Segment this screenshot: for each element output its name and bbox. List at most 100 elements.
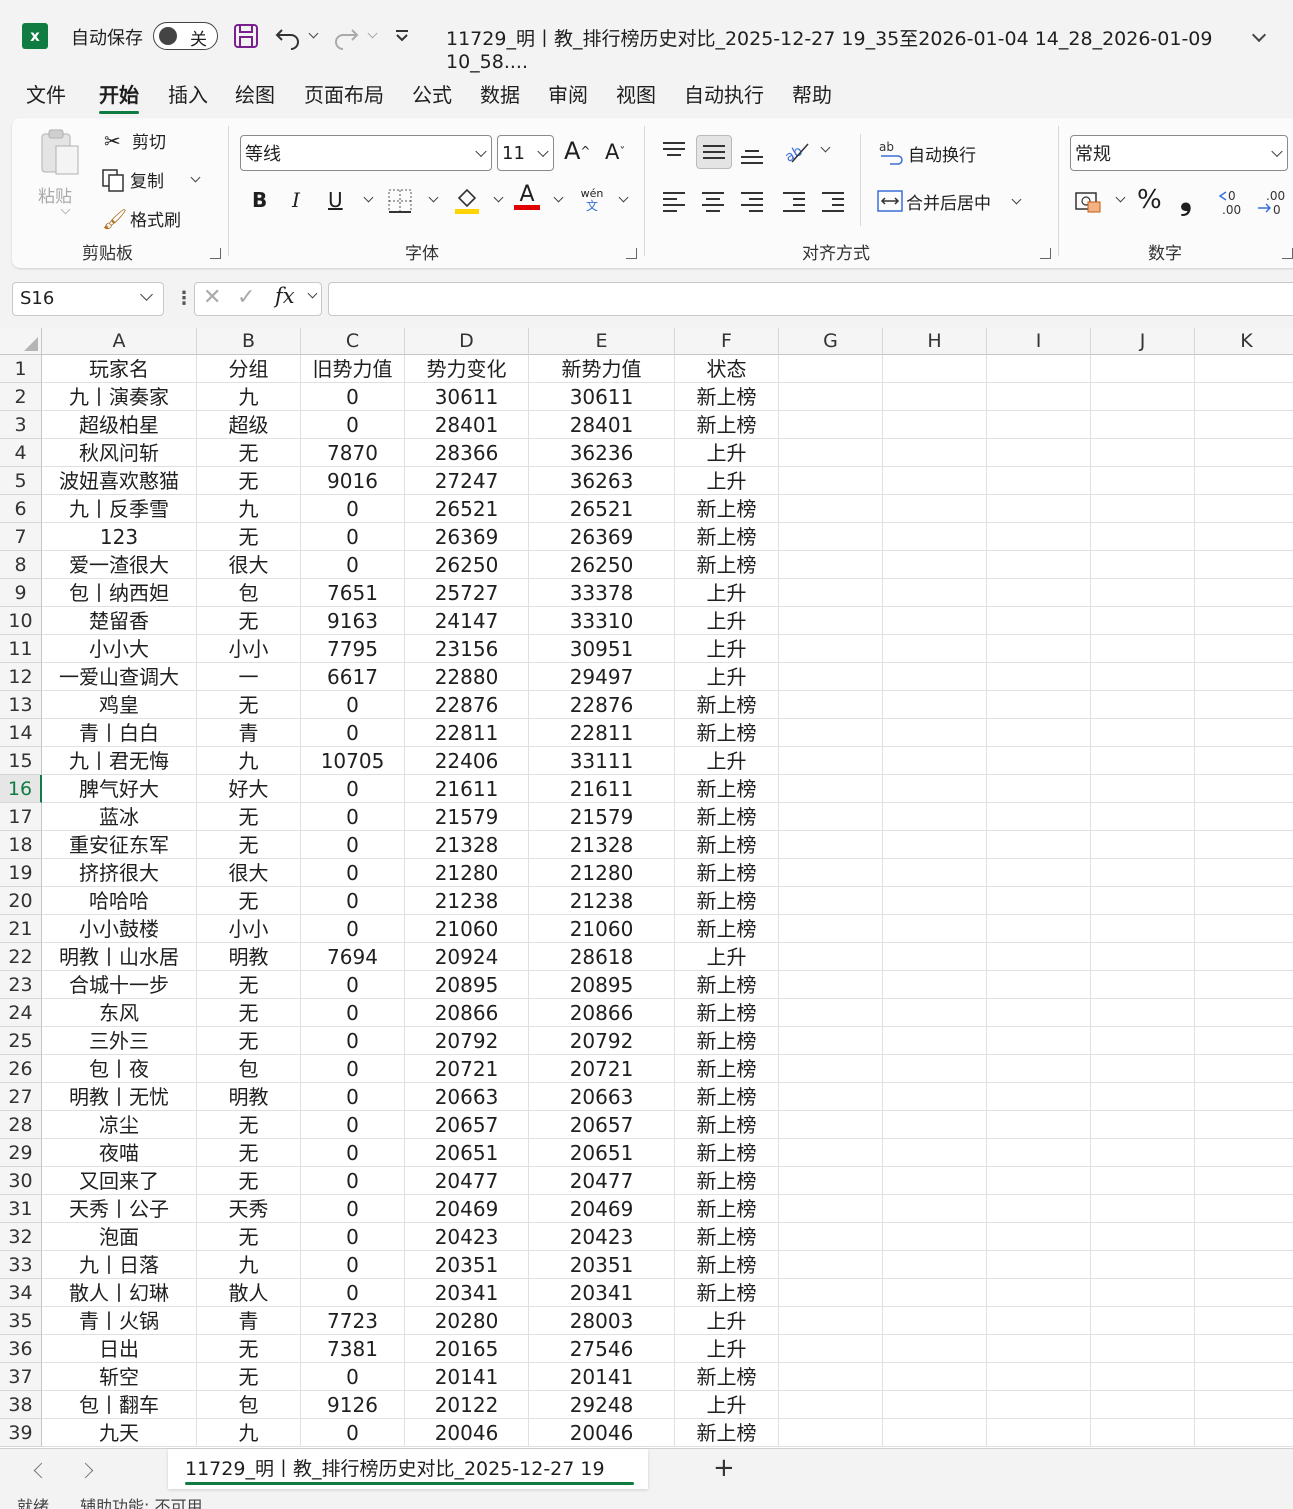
table-cell[interactable]: 九 xyxy=(197,747,301,775)
header-cell[interactable]: 分组 xyxy=(197,355,301,383)
table-cell[interactable]: 28618 xyxy=(529,943,675,971)
font-name-select[interactable]: 等线 xyxy=(240,135,492,171)
insert-function-button[interactable]: fx xyxy=(275,284,295,308)
table-cell[interactable]: 新上榜 xyxy=(675,1223,779,1251)
undo-dropdown-icon[interactable] xyxy=(308,28,319,39)
table-cell[interactable] xyxy=(1091,1111,1195,1139)
table-cell[interactable]: 30951 xyxy=(529,635,675,663)
table-cell[interactable]: 包 xyxy=(197,579,301,607)
table-cell[interactable]: 无 xyxy=(197,1335,301,1363)
table-cell[interactable] xyxy=(1195,1055,1293,1083)
table-cell[interactable] xyxy=(883,1307,987,1335)
row-header[interactable]: 9 xyxy=(0,579,42,607)
table-cell[interactable] xyxy=(1091,663,1195,691)
table-cell[interactable] xyxy=(987,775,1091,803)
table-cell[interactable]: 7381 xyxy=(301,1335,405,1363)
row-header[interactable]: 31 xyxy=(0,1195,42,1223)
orientation-dropdown-icon[interactable] xyxy=(820,142,831,153)
decrease-font-icon[interactable]: Aˇ xyxy=(605,140,625,164)
table-cell[interactable]: 21328 xyxy=(529,831,675,859)
table-cell[interactable] xyxy=(883,775,987,803)
table-cell[interactable]: 新上榜 xyxy=(675,1251,779,1279)
column-header-g[interactable]: G xyxy=(779,328,883,355)
row-header[interactable]: 39 xyxy=(0,1419,42,1447)
table-cell[interactable]: 很大 xyxy=(197,551,301,579)
table-cell[interactable] xyxy=(987,1139,1091,1167)
font-color-dropdown-icon[interactable] xyxy=(553,192,564,203)
table-cell[interactable]: 新上榜 xyxy=(675,1055,779,1083)
table-cell[interactable]: 九 xyxy=(197,1419,301,1447)
table-cell[interactable]: 22406 xyxy=(405,747,529,775)
table-cell[interactable] xyxy=(779,971,883,999)
table-cell[interactable] xyxy=(987,383,1091,411)
table-cell[interactable]: 无 xyxy=(197,1027,301,1055)
table-cell[interactable]: 新上榜 xyxy=(675,999,779,1027)
row-header[interactable]: 7 xyxy=(0,523,42,551)
table-cell[interactable]: 0 xyxy=(301,411,405,439)
table-cell[interactable] xyxy=(987,467,1091,495)
table-cell[interactable]: 新上榜 xyxy=(675,1111,779,1139)
table-cell[interactable]: 20046 xyxy=(529,1419,675,1447)
table-cell[interactable]: 上升 xyxy=(675,579,779,607)
table-cell[interactable] xyxy=(1195,719,1293,747)
decrease-indent-icon[interactable] xyxy=(783,188,805,216)
save-icon[interactable] xyxy=(233,23,259,49)
table-cell[interactable]: 无 xyxy=(197,1223,301,1251)
table-cell[interactable] xyxy=(1195,439,1293,467)
table-cell[interactable]: 20046 xyxy=(405,1419,529,1447)
table-cell[interactable] xyxy=(987,1419,1091,1447)
row-header[interactable]: 27 xyxy=(0,1083,42,1111)
copy-dropdown-icon[interactable] xyxy=(190,172,201,183)
table-cell[interactable]: 又回来了 xyxy=(42,1167,197,1195)
table-cell[interactable] xyxy=(987,831,1091,859)
table-cell[interactable]: 包 xyxy=(197,1391,301,1419)
table-cell[interactable]: 九丨日落 xyxy=(42,1251,197,1279)
table-cell[interactable] xyxy=(987,1223,1091,1251)
header-cell[interactable] xyxy=(779,355,883,383)
table-cell[interactable]: 24147 xyxy=(405,607,529,635)
table-cell[interactable] xyxy=(1195,1111,1293,1139)
table-cell[interactable] xyxy=(987,971,1091,999)
table-cell[interactable] xyxy=(779,1335,883,1363)
table-cell[interactable] xyxy=(1195,1307,1293,1335)
table-cell[interactable]: 20469 xyxy=(529,1195,675,1223)
table-cell[interactable]: 20477 xyxy=(405,1167,529,1195)
table-cell[interactable] xyxy=(779,1391,883,1419)
table-cell[interactable] xyxy=(1091,971,1195,999)
table-cell[interactable]: 20657 xyxy=(405,1111,529,1139)
table-cell[interactable]: 123 xyxy=(42,523,197,551)
table-cell[interactable] xyxy=(987,439,1091,467)
table-cell[interactable]: 26369 xyxy=(405,523,529,551)
table-cell[interactable]: 20165 xyxy=(405,1335,529,1363)
table-cell[interactable]: 上升 xyxy=(675,943,779,971)
underline-button[interactable]: U xyxy=(328,188,343,212)
table-cell[interactable]: 7870 xyxy=(301,439,405,467)
number-launcher-icon[interactable] xyxy=(1282,248,1293,259)
table-cell[interactable] xyxy=(779,607,883,635)
table-cell[interactable] xyxy=(987,691,1091,719)
font-launcher-icon[interactable] xyxy=(626,248,637,259)
table-cell[interactable]: 0 xyxy=(301,551,405,579)
table-cell[interactable]: 20141 xyxy=(529,1363,675,1391)
table-cell[interactable]: 22811 xyxy=(405,719,529,747)
table-cell[interactable]: 22876 xyxy=(529,691,675,719)
table-cell[interactable]: 青丨火锅 xyxy=(42,1307,197,1335)
table-cell[interactable]: 0 xyxy=(301,495,405,523)
table-cell[interactable]: 28003 xyxy=(529,1307,675,1335)
table-cell[interactable]: 0 xyxy=(301,1279,405,1307)
tab-insert[interactable]: 插入 xyxy=(168,78,208,114)
table-cell[interactable] xyxy=(883,1167,987,1195)
table-cell[interactable]: 20122 xyxy=(405,1391,529,1419)
autosave-toggle[interactable]: 关 xyxy=(153,22,218,50)
header-cell[interactable]: 状态 xyxy=(675,355,779,383)
table-cell[interactable]: 夜喵 xyxy=(42,1139,197,1167)
table-cell[interactable]: 7651 xyxy=(301,579,405,607)
table-cell[interactable] xyxy=(779,1083,883,1111)
table-cell[interactable]: 新上榜 xyxy=(675,719,779,747)
table-cell[interactable] xyxy=(987,411,1091,439)
percent-button[interactable]: % xyxy=(1137,185,1162,215)
table-cell[interactable] xyxy=(883,1055,987,1083)
row-header[interactable]: 34 xyxy=(0,1279,42,1307)
table-cell[interactable] xyxy=(987,1335,1091,1363)
font-size-select[interactable]: 11 xyxy=(497,135,554,171)
